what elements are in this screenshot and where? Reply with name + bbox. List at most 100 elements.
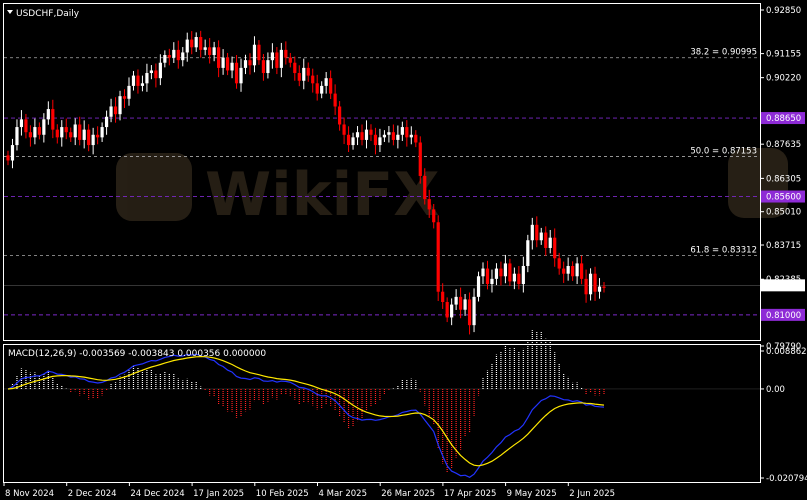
- symbol-header[interactable]: USDCHF,Daily: [7, 9, 80, 19]
- macd-label: MACD(12,26,9) -0.003569 -0.003843 0.0003…: [8, 349, 266, 359]
- price-tick-label: 0.86305: [766, 174, 801, 184]
- candle-body: [418, 142, 422, 176]
- candle-body: [396, 134, 400, 140]
- symbol-label: USDCHF,Daily: [16, 9, 80, 19]
- candle-body: [485, 268, 490, 284]
- candle-body: [450, 304, 454, 318]
- candle-body: [109, 106, 113, 117]
- candle-body: [575, 263, 579, 277]
- candle-body: [69, 132, 73, 138]
- candle-body: [342, 124, 346, 135]
- candle-body: [279, 49, 283, 68]
- candle-body: [288, 57, 292, 63]
- candle-body: [91, 134, 95, 146]
- candle-body: [221, 57, 225, 68]
- candle-body: [60, 127, 64, 138]
- candle-body: [230, 62, 234, 71]
- candle-body: [284, 49, 288, 58]
- candle-body: [145, 73, 149, 84]
- candle-body: [405, 127, 409, 138]
- macd-tick-label: 0.00: [766, 385, 785, 395]
- candle-body: [217, 47, 221, 68]
- candle-body: [571, 265, 575, 277]
- time-tick-label: 2 Jun 2025: [569, 489, 615, 499]
- candle-body: [351, 137, 355, 146]
- price-tick-label: 0.92850: [766, 6, 801, 16]
- price-tick-label: 0.85010: [766, 208, 801, 218]
- candle-body: [73, 124, 77, 138]
- candle-body: [503, 263, 508, 277]
- macd-tick-label: -0.020794: [766, 474, 807, 484]
- time-tick-label: 9 May 2025: [507, 489, 557, 499]
- candle-body: [597, 286, 602, 292]
- candle-body: [499, 268, 503, 277]
- candle-body: [373, 134, 378, 146]
- candle-body: [459, 296, 463, 310]
- time-tick-label: 8 Nov 2024: [5, 489, 54, 499]
- candle-body: [445, 302, 449, 318]
- fib-level-label: 50.0 = 0.87153: [690, 147, 757, 157]
- candle-body: [51, 109, 55, 130]
- candle-body: [113, 106, 118, 115]
- candle-body: [355, 132, 360, 138]
- chart-background: [0, 0, 807, 500]
- candle-body: [78, 124, 82, 140]
- candle-body: [208, 47, 212, 56]
- candle-body: [185, 39, 189, 53]
- candle-body: [414, 134, 418, 143]
- trading-chart[interactable]: WikiFX 38.2 = 0.90995 50.0 = 0.87153 61.8 …: [0, 0, 807, 500]
- candle-body: [579, 263, 584, 279]
- candle-body: [46, 109, 50, 120]
- candle-body: [149, 70, 153, 74]
- candle-body: [297, 73, 301, 81]
- candle-body: [257, 44, 261, 61]
- candle-body: [42, 119, 46, 135]
- candle-body: [167, 55, 171, 58]
- candle-body: [261, 60, 266, 74]
- candle-body: [203, 47, 207, 50]
- time-tick-label: 24 Dec 2024: [130, 489, 184, 499]
- candle-body: [6, 155, 10, 161]
- candle-body: [557, 258, 561, 269]
- candle-body: [320, 85, 324, 94]
- candle-body: [122, 96, 127, 99]
- candle-body: [64, 127, 68, 133]
- candle-body: [382, 134, 387, 138]
- candle-body: [33, 127, 37, 138]
- candle-body: [158, 62, 162, 79]
- candle-body: [548, 237, 552, 248]
- candle-body: [37, 127, 41, 135]
- candle-body: [140, 83, 145, 86]
- time-tick-label: 4 Mar 2025: [319, 489, 367, 499]
- candle-body: [454, 296, 458, 305]
- candle-body: [526, 240, 530, 266]
- candle-body: [104, 116, 109, 128]
- candle-body: [100, 127, 104, 138]
- candle-body: [275, 52, 279, 68]
- candle-body: [566, 265, 570, 274]
- price-level-badge-label: 0.81000: [766, 311, 801, 321]
- time-tick-label: 17 Apr 2025: [444, 489, 497, 499]
- candle-body: [467, 299, 472, 326]
- fib-level-label: 38.2 = 0.90995: [690, 48, 757, 58]
- candle-body: [176, 49, 180, 61]
- candle-body: [199, 37, 203, 50]
- candle-body: [535, 224, 539, 241]
- candle-body: [494, 268, 499, 279]
- candle-body: [476, 276, 481, 297]
- candle-body: [409, 134, 413, 138]
- candle-body: [562, 268, 566, 274]
- candle-body: [315, 83, 319, 94]
- candle-body: [463, 299, 467, 310]
- fib-level-label: 61.8 = 0.83312: [690, 245, 757, 255]
- price-tick-label: 0.87635: [766, 140, 801, 150]
- time-tick-label: 26 Mar 2025: [381, 489, 435, 499]
- candle-body: [472, 296, 476, 326]
- candle-body: [212, 47, 216, 56]
- candle-body: [400, 127, 404, 135]
- candle-body: [127, 85, 131, 99]
- candle-body: [266, 60, 270, 74]
- candle-body: [136, 75, 140, 86]
- candle-body: [338, 106, 342, 125]
- candle-body: [243, 60, 248, 68]
